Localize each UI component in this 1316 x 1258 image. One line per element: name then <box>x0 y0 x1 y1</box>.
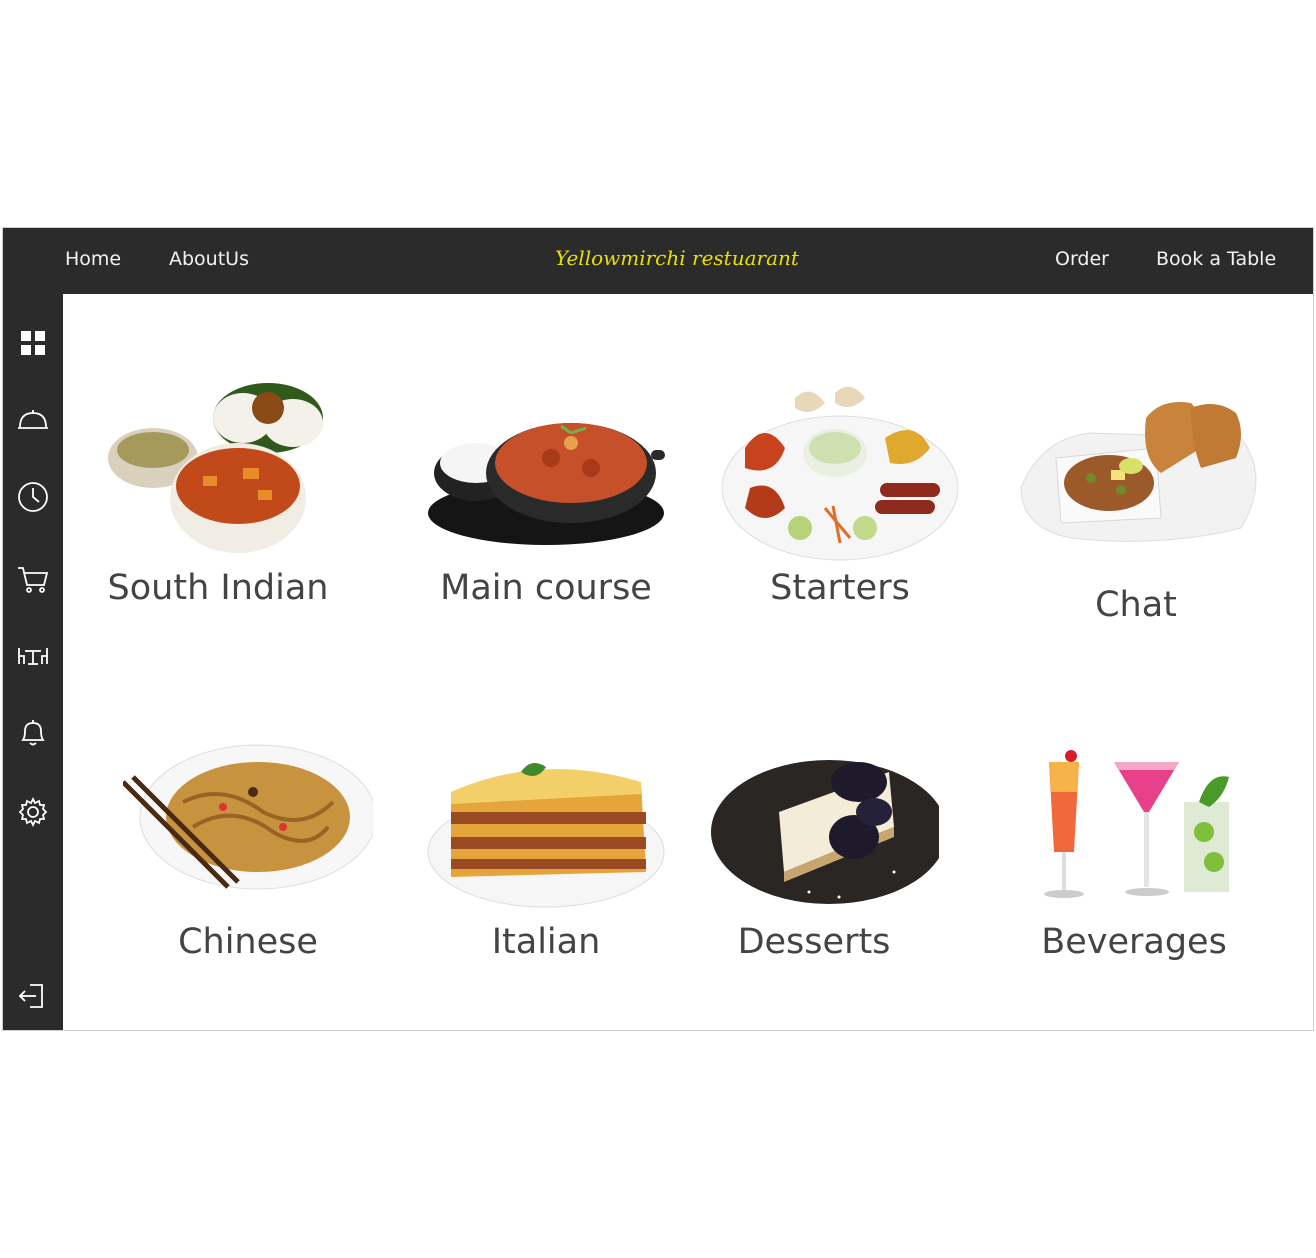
pav-bhaji-image <box>1020 402 1257 542</box>
logout-icon[interactable] <box>11 974 55 1018</box>
south-indian-dish-image <box>108 383 323 553</box>
category-label: South Indian <box>107 568 329 608</box>
category-tile-main-course[interactable]: Main course <box>401 378 691 678</box>
category-label: Chat <box>1095 585 1177 625</box>
tandoori-platter-image <box>721 386 959 561</box>
category-label: Italian <box>491 922 601 962</box>
top-navbar: Home AboutUs Yellowmirchi restuarant Ord… <box>3 228 1313 294</box>
category-label: Desserts <box>737 922 891 962</box>
lasagna-image <box>427 763 665 908</box>
cheesecake-image <box>711 760 939 904</box>
nav-book-table-link[interactable]: Book a Table <box>1156 248 1276 270</box>
category-tile-desserts[interactable]: Desserts <box>669 732 959 1032</box>
dining-table-icon[interactable] <box>11 634 55 678</box>
category-label: Starters <box>770 568 910 608</box>
category-tile-starters[interactable]: Starters <box>695 378 985 678</box>
category-tile-chat[interactable]: Chat <box>991 378 1281 678</box>
cloche-menu-icon[interactable] <box>11 398 55 442</box>
cart-icon[interactable] <box>11 557 55 601</box>
category-label: Chinese <box>178 922 318 962</box>
sidebar <box>3 294 63 1030</box>
dashboard-grid-icon[interactable] <box>11 321 55 365</box>
category-tile-beverages[interactable]: Beverages <box>989 732 1279 1032</box>
app-window: Home AboutUs Yellowmirchi restuarant Ord… <box>2 227 1314 1031</box>
category-label: Main course <box>440 568 652 608</box>
category-tile-south-indian[interactable]: South Indian <box>73 378 363 678</box>
noodles-with-chopsticks-image <box>123 744 373 890</box>
category-grid: South Indian Main course Starters Chat C… <box>63 294 1313 1030</box>
nav-order-link[interactable]: Order <box>1055 248 1109 270</box>
clock-icon[interactable] <box>11 475 55 519</box>
cocktails-image <box>1044 750 1229 898</box>
category-tile-italian[interactable]: Italian <box>401 732 691 1032</box>
nav-home-link[interactable]: Home <box>65 248 121 270</box>
category-tile-chinese[interactable]: Chinese <box>103 732 393 1032</box>
bell-icon[interactable] <box>11 710 55 754</box>
gear-icon[interactable] <box>11 790 55 834</box>
curry-with-rice-image <box>428 423 665 545</box>
nav-aboutus-link[interactable]: AboutUs <box>169 248 249 270</box>
category-label: Beverages <box>1041 922 1227 962</box>
brand-title: Yellowmirchi restuarant <box>555 246 799 270</box>
